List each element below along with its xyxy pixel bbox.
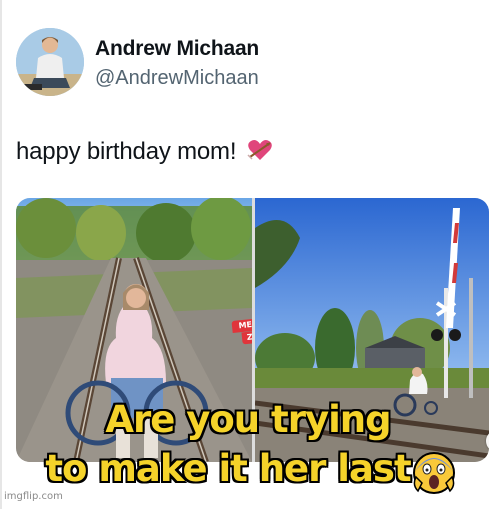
watermark-bottom-text: ZAR [241,329,252,345]
avatar[interactable] [16,28,84,96]
tweet-text-content: happy birthday mom! [16,138,237,165]
heart-arrow-icon [247,138,273,169]
display-name[interactable]: Andrew Michaan [95,37,259,61]
user-handle[interactable]: @AndrewMichaan [95,67,259,90]
screaming-face-icon [412,451,456,495]
meme-caption-line2: to make it her last [45,447,411,490]
imgflip-credit: imgflip.com [4,491,63,502]
meme-caption-line1: Are you trying [105,398,391,441]
meme-zar-watermark: MEME ZAR [231,316,252,345]
tweet-text: happy birthday mom! [16,138,273,169]
avatar-image [16,28,84,96]
